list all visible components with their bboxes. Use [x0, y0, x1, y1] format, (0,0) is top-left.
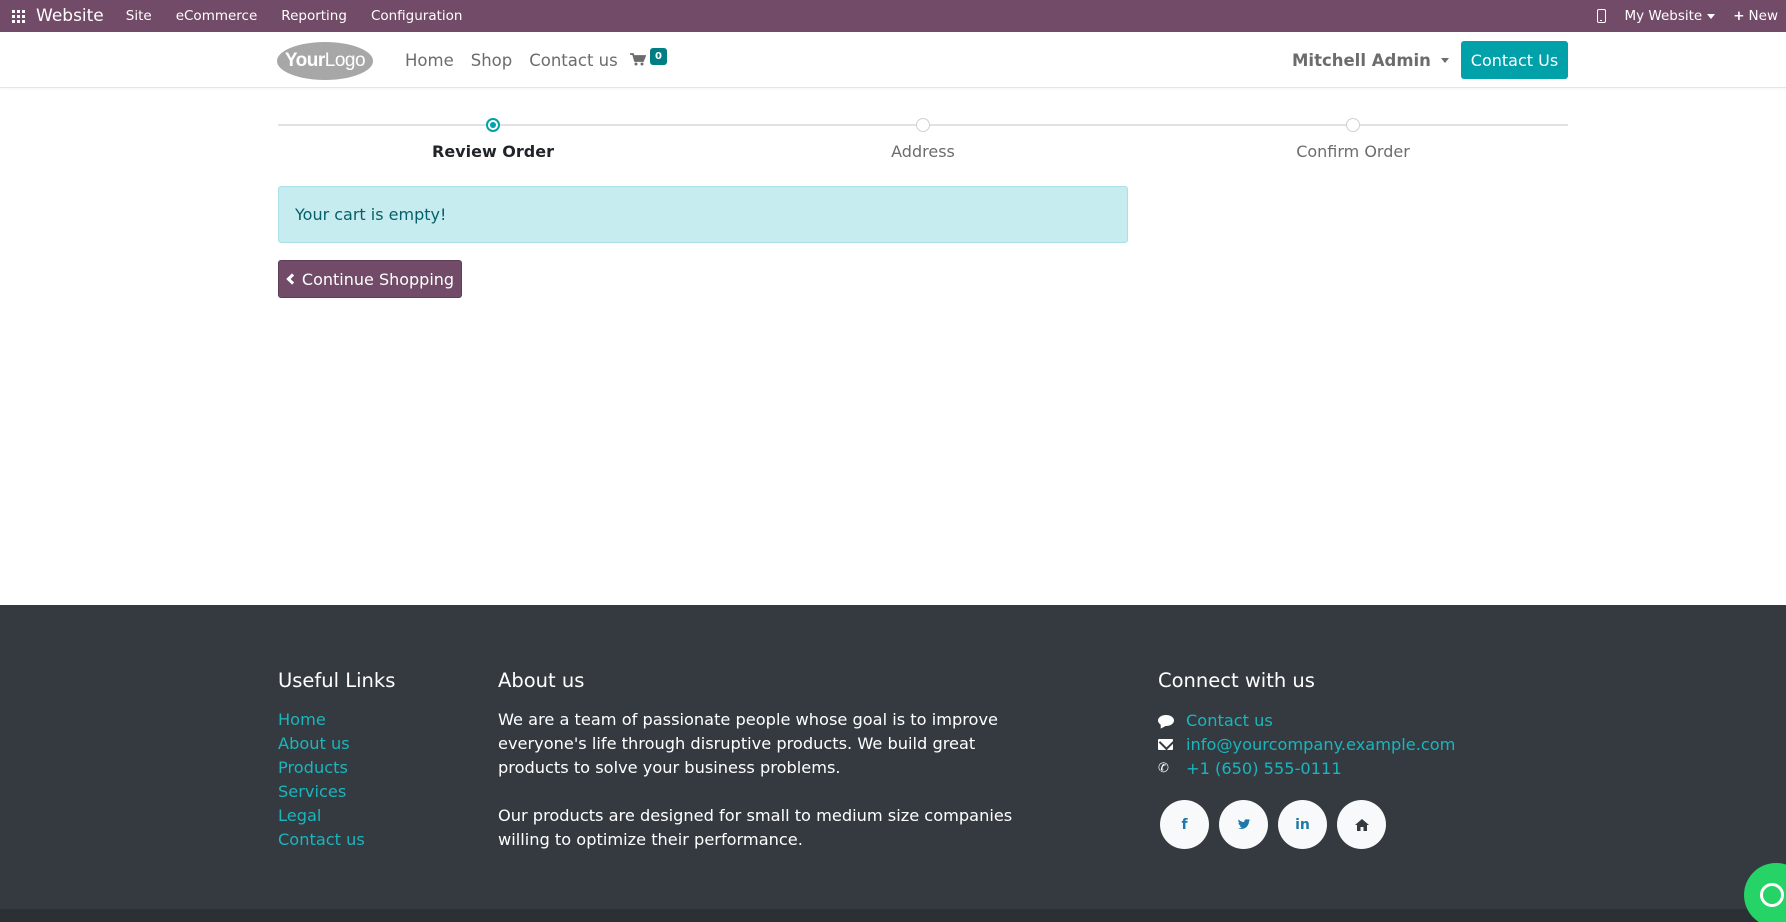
company-logo[interactable]: Your Logo — [277, 42, 373, 80]
nav-contact-us[interactable]: Contact us — [529, 51, 618, 70]
twitter-icon[interactable] — [1219, 800, 1268, 849]
user-name: Mitchell Admin — [1292, 50, 1431, 70]
email-row: info@yourcompany.example.com — [1158, 732, 1455, 756]
admin-bar-right: My Website + New — [1597, 0, 1778, 32]
checkout-progress: Review Order Address Confirm Order — [278, 112, 1568, 172]
step-dot — [916, 118, 930, 132]
footer-contact-link[interactable]: Contact us — [1186, 711, 1273, 730]
menu-site[interactable]: Site — [126, 8, 152, 24]
app-name[interactable]: Website — [36, 6, 104, 26]
nav-home[interactable]: Home — [405, 51, 454, 70]
main-nav: Home Shop Contact us — [405, 32, 635, 88]
footer-link-legal[interactable]: Legal — [278, 804, 395, 828]
home-icon[interactable] — [1337, 800, 1386, 849]
footer-link-contact-us[interactable]: Contact us — [278, 828, 395, 852]
continue-shopping-label: Continue Shopping — [301, 269, 455, 289]
linkedin-icon[interactable]: in — [1278, 800, 1327, 849]
cart-link[interactable]: 0 — [630, 46, 670, 72]
cart-count-badge: 0 — [650, 48, 667, 65]
footer-phone-link[interactable]: +1 (650) 555-0111 — [1186, 759, 1342, 778]
shopping-cart-icon — [630, 53, 646, 66]
admin-bar: Website Site eCommerce Reporting Configu… — [0, 0, 1786, 32]
chevron-left-icon — [286, 273, 298, 285]
user-menu[interactable]: Mitchell Admin — [1292, 32, 1449, 88]
whatsapp-icon — [1760, 883, 1784, 907]
step-label: Confirm Order — [1296, 142, 1410, 161]
envelope-icon — [1158, 738, 1173, 750]
footer-connect: Connect with us Contact us info@yourcomp… — [1158, 669, 1455, 849]
footer: Useful Links Home About us Products Serv… — [0, 605, 1786, 922]
nav-shop[interactable]: Shop — [471, 51, 513, 70]
menu-ecommerce[interactable]: eCommerce — [176, 8, 258, 24]
connect-title: Connect with us — [1158, 669, 1315, 692]
footer-copyright-bar — [0, 909, 1786, 922]
continue-shopping-button[interactable]: Continue Shopping — [278, 260, 462, 298]
step-address: Address — [823, 112, 1023, 161]
apps-menu-icon[interactable] — [0, 0, 36, 32]
step-dot — [486, 118, 500, 132]
footer-link-home[interactable]: Home — [278, 708, 395, 732]
step-review-order[interactable]: Review Order — [393, 112, 593, 161]
step-label: Address — [891, 142, 955, 161]
footer-about: About us We are a team of passionate peo… — [498, 669, 1018, 852]
menu-configuration[interactable]: Configuration — [371, 8, 463, 24]
empty-cart-message: Your cart is empty! — [295, 205, 447, 224]
useful-links-title: Useful Links — [278, 669, 396, 692]
about-paragraph-1: We are a team of passionate people whose… — [498, 710, 998, 777]
logo-text-bold: Your — [284, 50, 325, 71]
website-switcher[interactable]: My Website — [1624, 8, 1716, 24]
social-links: f in — [1160, 800, 1455, 849]
phone-icon: ✆ — [1158, 760, 1169, 776]
footer-email-link[interactable]: info@yourcompany.example.com — [1186, 735, 1455, 754]
footer-link-products[interactable]: Products — [278, 756, 395, 780]
step-dot — [1346, 118, 1360, 132]
plus-icon: + — [1733, 8, 1745, 24]
step-label: Review Order — [432, 142, 554, 161]
new-button[interactable]: + New — [1733, 8, 1778, 24]
footer-useful-links: Useful Links Home About us Products Serv… — [278, 669, 395, 852]
facebook-icon[interactable]: f — [1160, 800, 1209, 849]
comment-icon — [1158, 714, 1174, 726]
caret-down-icon — [1440, 57, 1449, 63]
new-button-label: New — [1748, 8, 1778, 24]
contact-row: Contact us — [1158, 708, 1455, 732]
phone-row: ✆ +1 (650) 555-0111 — [1158, 756, 1455, 780]
menu-reporting[interactable]: Reporting — [281, 8, 347, 24]
contact-us-button[interactable]: Contact Us — [1461, 41, 1568, 79]
logo-text: Logo — [324, 50, 366, 71]
caret-down-icon — [1707, 13, 1716, 19]
footer-link-services[interactable]: Services — [278, 780, 395, 804]
step-confirm-order: Confirm Order — [1253, 112, 1453, 161]
about-paragraph-2: Our products are designed for small to m… — [498, 806, 1013, 849]
about-title: About us — [498, 669, 585, 692]
site-header: Your Logo Home Shop Contact us 0 Mitchell… — [0, 32, 1786, 88]
footer-link-about-us[interactable]: About us — [278, 732, 395, 756]
website-switcher-label: My Website — [1624, 8, 1703, 24]
mobile-preview-icon[interactable] — [1597, 9, 1607, 23]
empty-cart-alert: Your cart is empty! — [278, 186, 1128, 243]
